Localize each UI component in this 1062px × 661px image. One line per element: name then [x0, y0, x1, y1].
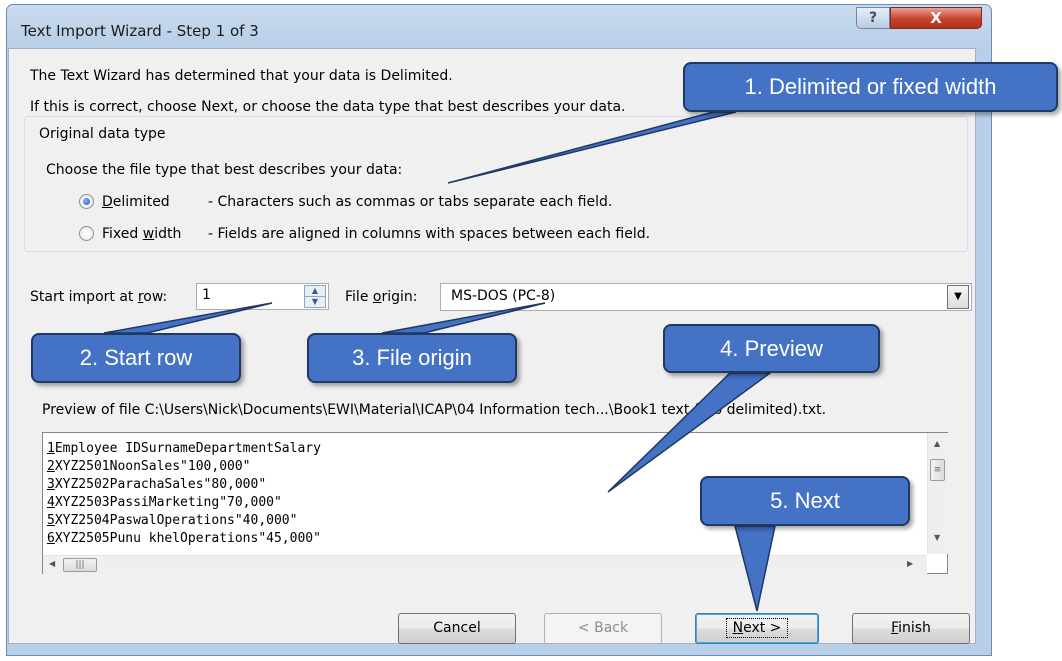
pointer-2: [103, 302, 273, 334]
pointer-4: [607, 372, 773, 493]
callout-3: 3. File origin: [307, 333, 517, 383]
callout-2: 2. Start row: [31, 333, 241, 383]
callout-5: 5. Next: [700, 476, 910, 526]
pointer-3: [381, 302, 546, 334]
callout-1: 1. Delimited or fixed width: [683, 62, 1058, 112]
pointer-5: [734, 525, 776, 612]
pointer-1: [447, 111, 737, 184]
callout-4: 4. Preview: [663, 324, 880, 373]
